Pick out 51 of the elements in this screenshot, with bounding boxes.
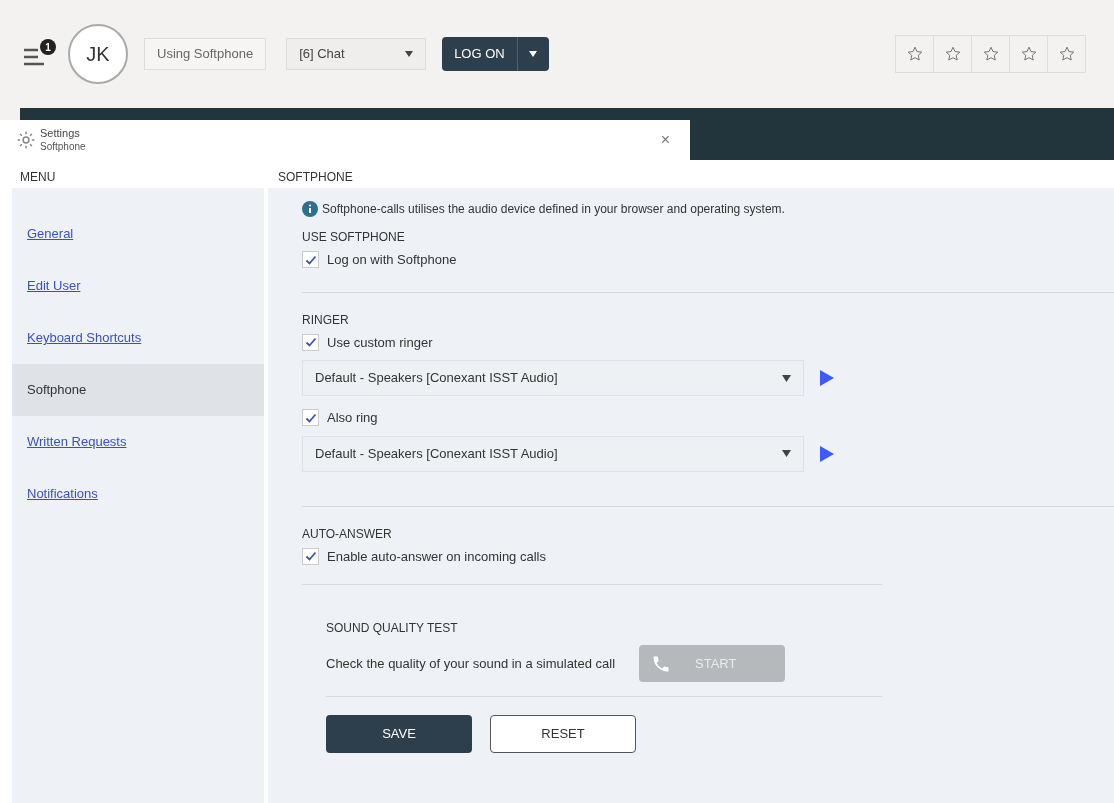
checkbox[interactable] [302,409,319,427]
tab-subtitle: Softphone [40,140,86,154]
check-icon [304,411,317,424]
section-title: AUTO-ANSWER [302,525,393,543]
user-avatar[interactable]: JK [68,24,128,84]
check-icon [304,336,317,349]
tab-title: Settings [40,126,81,141]
checkbox-label: Log on with Softphone [327,251,457,269]
menu-item[interactable]: Softphone [12,364,264,416]
section-title: RINGER [302,311,350,329]
dropdown-caret-icon [782,450,791,457]
menu-item[interactable]: Notifications [12,468,264,520]
check-icon [304,550,317,563]
settings-tab[interactable]: Settings Softphone × [0,120,690,160]
gear-icon [16,130,36,150]
checkbox-label: Enable auto-answer on incoming calls [327,547,546,566]
dropdown-caret-icon [405,51,414,57]
logon-button[interactable]: LOG ON [442,37,517,71]
menu-item[interactable]: Keyboard Shortcuts [12,312,264,364]
section-title: SOUND QUALITY TEST [326,620,459,637]
checkbox[interactable] [302,333,319,351]
device-select[interactable]: Default - Speakers [Conexant ISST Audio] [302,435,804,472]
logon-dropdown-button[interactable] [516,37,549,71]
check-icon [304,253,317,266]
menu-item[interactable]: Written Requests [12,416,264,468]
info-text: Softphone-calls utilises the audio device defined in your browser and operating system. [322,201,785,218]
checkbox-label: Use custom ringer [327,333,433,352]
star-icon [1019,45,1038,63]
play-icon[interactable] [820,445,834,462]
sound-test-text: Check the quality of your sound in a simulated call [326,654,616,673]
checkbox[interactable] [302,547,319,565]
checkbox-label: Also ring [327,409,378,427]
status-label[interactable]: Using Softphone [144,38,267,70]
menu-item[interactable]: Edit User [12,260,264,312]
device-select[interactable]: Default - Speakers [Conexant ISST Audio] [302,360,804,396]
play-icon[interactable] [820,370,834,386]
menu-item[interactable]: General [12,208,264,260]
checkbox[interactable] [302,251,319,269]
star-icon [1057,45,1076,63]
notification-badge: 1 [40,39,56,55]
info-icon [302,201,318,217]
save-button[interactable]: SAVE [326,715,472,753]
section-title: USE SOFTPHONE [302,229,406,246]
star-icon [943,45,962,63]
channel-select[interactable]: [6] Chat [286,38,427,70]
close-button[interactable]: × [660,128,670,152]
reset-button[interactable]: RESET [490,715,636,753]
dropdown-caret-icon [529,51,538,57]
star-icon [981,45,1000,63]
star-icon [905,45,924,63]
dropdown-caret-icon [782,374,791,382]
